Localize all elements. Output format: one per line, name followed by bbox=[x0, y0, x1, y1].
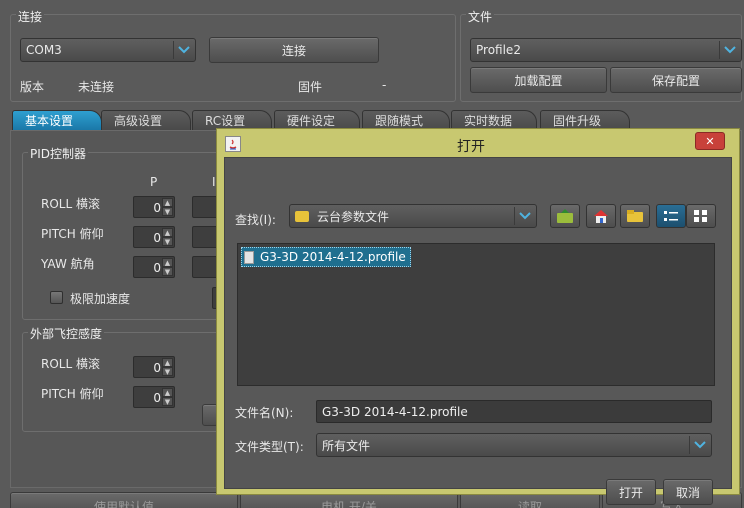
filetype-select[interactable]: 所有文件 bbox=[316, 433, 712, 457]
close-icon[interactable]: ✕ bbox=[695, 132, 725, 150]
stepper-value: 0 bbox=[153, 231, 161, 245]
stepper-up-icon[interactable]: ▲ bbox=[162, 388, 173, 397]
tab-advanced-settings[interactable]: 高级设置 bbox=[101, 110, 191, 130]
stepper-value: 0 bbox=[153, 261, 161, 275]
profile-select[interactable]: Profile2 bbox=[470, 38, 742, 62]
filename-input[interactable]: G3-3D 2014-4-12.profile bbox=[316, 400, 712, 423]
filetype-label: 文件类型(T): bbox=[235, 440, 304, 454]
load-config-button[interactable]: 加载配置 bbox=[470, 67, 607, 93]
home-icon[interactable] bbox=[586, 204, 616, 228]
pid-roll-p-stepper[interactable]: 0 ▲ ▼ bbox=[133, 196, 175, 218]
look-in-label: 查找(I): bbox=[235, 213, 276, 227]
filetype-value: 所有文件 bbox=[322, 438, 371, 453]
stepper-up-icon[interactable]: ▲ bbox=[162, 358, 173, 367]
dialog-title: 打开 bbox=[457, 139, 485, 155]
stepper-value: 0 bbox=[153, 201, 161, 215]
cancel-button[interactable]: 取消 bbox=[663, 479, 713, 505]
pid-col-i: I bbox=[212, 175, 216, 189]
file-list-item[interactable]: G3-3D 2014-4-12.profile bbox=[241, 247, 411, 267]
look-in-value: 云台参数文件 bbox=[317, 209, 390, 224]
pid-pitch-p-stepper[interactable]: 0 ▲ ▼ bbox=[133, 226, 175, 248]
external-pitch-stepper[interactable]: 0 ▲ ▼ bbox=[133, 386, 175, 408]
use-default-button[interactable]: 使用默认值 bbox=[10, 492, 238, 508]
stepper-value: 0 bbox=[153, 361, 161, 375]
file-list[interactable]: G3-3D 2014-4-12.profile bbox=[237, 243, 715, 386]
stepper-value: 0 bbox=[153, 391, 161, 405]
file-item-label: G3-3D 2014-4-12.profile bbox=[260, 250, 406, 264]
tab-basic-settings[interactable]: 基本设置 bbox=[12, 110, 102, 130]
tab-follow-mode[interactable]: 跟随模式 bbox=[362, 110, 450, 130]
look-in-select[interactable]: 云台参数文件 bbox=[289, 204, 537, 228]
stepper-up-icon[interactable]: ▲ bbox=[162, 198, 173, 207]
open-button[interactable]: 打开 bbox=[606, 479, 656, 505]
pid-row-label: PITCH 俯仰 bbox=[41, 227, 104, 241]
save-config-button[interactable]: 保存配置 bbox=[610, 67, 742, 93]
external-row-label: PITCH 俯仰 bbox=[41, 387, 104, 401]
filename-label: 文件名(N): bbox=[235, 406, 294, 420]
tab-hardware-settings[interactable]: 硬件设定 bbox=[274, 110, 360, 130]
use-default-label: 使用默认值 bbox=[93, 500, 154, 508]
pid-row-label: ROLL 横滚 bbox=[41, 197, 100, 211]
read-label: 读取 bbox=[517, 500, 542, 508]
port-value: COM3 bbox=[26, 43, 62, 57]
pid-col-p: P bbox=[150, 175, 158, 189]
limit-accel-label: 极限加速度 bbox=[70, 292, 131, 306]
pid-row-label: YAW 航角 bbox=[41, 257, 95, 271]
connect-button[interactable]: 连接 bbox=[209, 37, 379, 63]
stepper-up-icon[interactable]: ▲ bbox=[162, 228, 173, 237]
version-label: 版本 bbox=[20, 80, 45, 94]
chevron-down-icon[interactable] bbox=[719, 41, 739, 59]
folder-icon bbox=[295, 210, 309, 222]
up-folder-icon[interactable] bbox=[550, 204, 580, 228]
open-dialog: 打开 ✕ 查找(I): 云台参数文件 G3-3D 2014-4-12.profi… bbox=[216, 128, 740, 505]
java-icon bbox=[225, 136, 241, 152]
chevron-down-icon[interactable] bbox=[514, 207, 534, 225]
firmware-value: - bbox=[382, 78, 387, 92]
external-row-label: ROLL 横滚 bbox=[41, 357, 100, 371]
port-select[interactable]: COM3 bbox=[20, 38, 196, 62]
profile-value: Profile2 bbox=[476, 43, 521, 57]
connection-group-label: 连接 bbox=[16, 8, 45, 25]
stepper-down-icon[interactable]: ▼ bbox=[162, 397, 173, 406]
tab-realtime-data[interactable]: 实时数据 bbox=[451, 110, 537, 130]
list-view-icon[interactable] bbox=[656, 204, 686, 228]
file-group-label: 文件 bbox=[466, 8, 495, 25]
stepper-down-icon[interactable]: ▼ bbox=[162, 267, 173, 276]
tab-firmware-upgrade[interactable]: 固件升级 bbox=[540, 110, 630, 130]
pid-yaw-p-stepper[interactable]: 0 ▲ ▼ bbox=[133, 256, 175, 278]
chevron-down-icon[interactable] bbox=[689, 436, 709, 454]
external-group-label: 外部飞控感度 bbox=[28, 325, 105, 342]
stepper-down-icon[interactable]: ▼ bbox=[162, 367, 173, 376]
new-folder-icon[interactable] bbox=[620, 204, 650, 228]
stepper-up-icon[interactable]: ▲ bbox=[162, 258, 173, 267]
external-roll-stepper[interactable]: 0 ▲ ▼ bbox=[133, 356, 175, 378]
version-value: 未连接 bbox=[78, 80, 115, 94]
pid-group-label: PID控制器 bbox=[28, 145, 89, 162]
limit-accel-checkbox[interactable] bbox=[50, 291, 63, 304]
tab-rc-settings[interactable]: RC设置 bbox=[192, 110, 272, 130]
dialog-body: 查找(I): 云台参数文件 G3-3D 2014-4-12.profile 文件… bbox=[224, 157, 732, 505]
firmware-label: 固件 bbox=[298, 80, 323, 94]
chevron-down-icon[interactable] bbox=[173, 41, 193, 59]
stepper-down-icon[interactable]: ▼ bbox=[162, 207, 173, 216]
file-icon bbox=[244, 250, 254, 264]
motor-toggle-label: 电机 开/关 bbox=[321, 500, 377, 508]
stepper-down-icon[interactable]: ▼ bbox=[162, 237, 173, 246]
details-view-icon[interactable] bbox=[686, 204, 716, 228]
